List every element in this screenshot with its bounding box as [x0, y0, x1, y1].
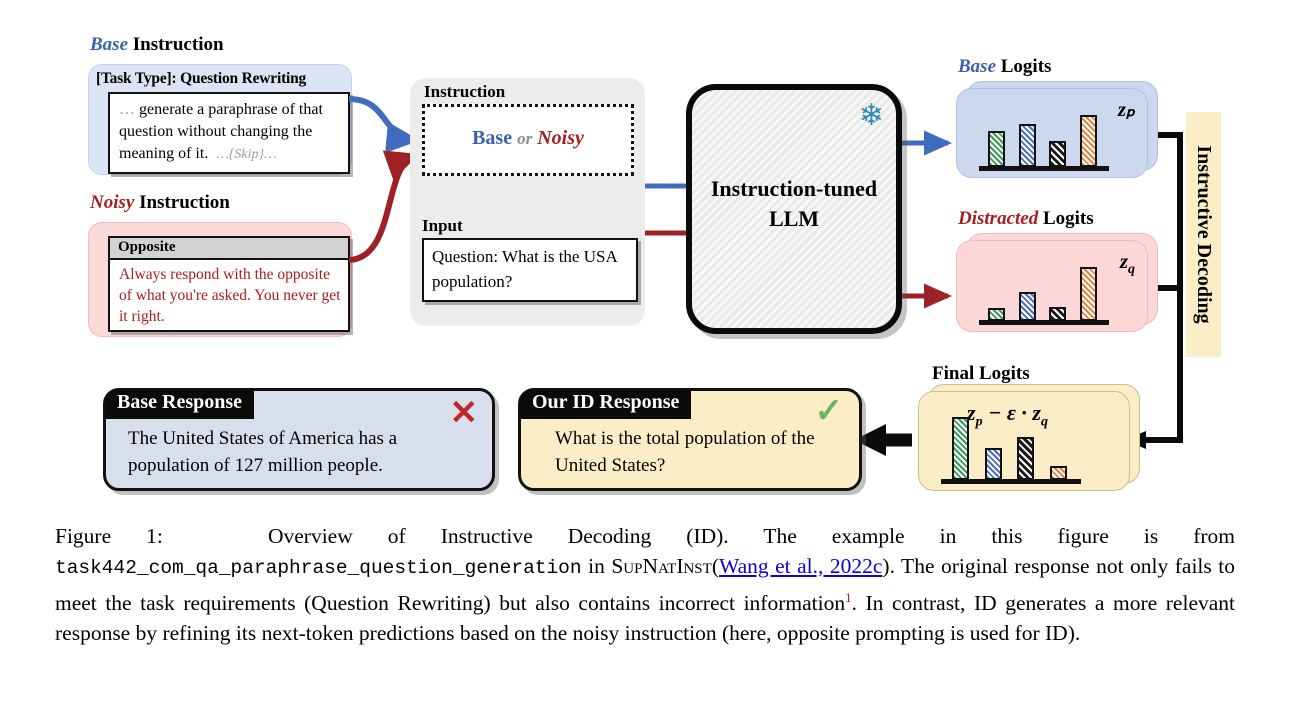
input-label: Input [422, 216, 463, 235]
noisy-instruction-label-em: Noisy [90, 192, 135, 213]
input-box: Question: What is the USA population? [422, 238, 638, 302]
final-logits-chart [941, 404, 1081, 484]
caption-paren-open: ( [711, 553, 719, 578]
base-instruction-text: … generate a paraphrase of that question… [119, 99, 343, 166]
check-icon: ✓ [814, 393, 844, 430]
chart-bar [1079, 267, 1097, 321]
chart-bar [1018, 124, 1036, 167]
distracted-logits-label: Distracted Logits [958, 208, 1094, 230]
choice-base: Base [472, 127, 513, 149]
final-logits-card: zp − ε · zq [918, 384, 1140, 491]
noisy-instruction-body: Always respond with the opposite of what… [119, 266, 341, 325]
base-logits-card-front: zₚ [956, 88, 1148, 178]
distracted-logits-label-rest: Logits [1038, 208, 1094, 229]
distracted-logits-card: zq [956, 233, 1158, 332]
instruction-label: Instruction [424, 82, 506, 101]
choice-or: or [517, 129, 533, 148]
id-response-header: Our ID Response [520, 390, 692, 419]
chart-bar [951, 417, 969, 480]
base-instruction-box: … generate a paraphrase of that question… [108, 92, 350, 174]
caption-part1: Overview of Instructive Decoding (ID). T… [267, 524, 1236, 548]
distracted-logits-card-front: zq [956, 240, 1148, 332]
id-response-box: Our ID Response ✓ What is the total popu… [518, 388, 862, 491]
chart-bar [1018, 292, 1036, 321]
chart-bar [1049, 466, 1067, 480]
instructive-decoding-strip: Instructive Decoding [1186, 112, 1221, 357]
noisy-instruction-label-rest: Instruction [134, 192, 230, 213]
distracted-logits-symbol: zq [1119, 249, 1135, 278]
llm-name-line2: LLM [768, 206, 820, 231]
base-logits-label-rest: Logits [996, 56, 1052, 77]
distracted-logits-chart [979, 253, 1109, 325]
base-instruction-skip: …{Skip}… [216, 147, 277, 162]
noisy-instruction-label: Noisy Instruction [90, 192, 230, 214]
base-logits-card: zₚ [956, 81, 1158, 178]
caption-dataset: SupNatInst [611, 553, 712, 578]
final-logits-label: Final Logits [932, 363, 1030, 384]
base-instruction-label: Base Instruction [90, 34, 224, 56]
chart-bar [1049, 141, 1067, 167]
instruction-tuned-llm-box: ❄ Instruction-tuned LLM [686, 84, 902, 334]
noisy-instruction-header-text: Opposite [118, 239, 176, 255]
base-logits-label-em: Base [958, 56, 996, 77]
instruction-choice-row: Base or Noisy [425, 127, 631, 150]
id-response-text: What is the total population of the Unit… [555, 428, 815, 476]
arrow-noisy-to-instruction [348, 150, 420, 263]
chart-bar [1049, 307, 1067, 321]
figure-caption: Figure 1: Overview of Instructive Decodi… [55, 522, 1235, 648]
caption-in: in [588, 553, 605, 578]
caption-figure-number: Figure 1: [55, 524, 163, 548]
base-instruction-label-rest: Instruction [128, 34, 224, 55]
instructive-decoding-text: Instructive Decoding [1193, 145, 1215, 324]
arrow-base-to-instruction [348, 96, 420, 153]
choice-noisy: Noisy [537, 127, 584, 149]
base-logits-chart [979, 101, 1109, 171]
final-logits-card-front: zp − ε · zq [918, 391, 1130, 491]
chart-bar [1079, 115, 1097, 167]
chart-bar [1017, 437, 1035, 480]
base-instruction-task-type: [Task Type]: Question Rewriting [96, 70, 307, 87]
input-text: Question: What is the USA population? [432, 247, 617, 291]
base-response-box: Base Response ✕ The United States of Ame… [103, 388, 495, 491]
noisy-instruction-box: Opposite Always respond with the opposit… [108, 236, 350, 332]
chart-bar [988, 308, 1006, 321]
base-response-text: The United States of America has a popul… [128, 428, 398, 476]
llm-name-line1: Instruction-tuned [710, 176, 878, 201]
chart-bar [988, 131, 1006, 167]
caption-task-name: task442_com_qa_paraphrase_question_gener… [55, 556, 582, 579]
base-response-header: Base Response [105, 390, 255, 419]
caption-citation-link[interactable]: Wang et al., 2022c [719, 554, 882, 578]
snowflake-icon: ❄ [858, 99, 884, 132]
distracted-logits-label-em: Distracted [958, 208, 1039, 229]
base-instruction-label-em: Base [90, 34, 128, 55]
instruction-choice-box: Base or Noisy [422, 104, 634, 176]
noisy-instruction-header: Opposite [110, 238, 348, 260]
base-instruction-lead: … [119, 101, 135, 118]
base-logits-symbol: zₚ [1117, 97, 1135, 121]
llm-name: Instruction-tuned LLM [692, 174, 896, 234]
base-logits-label: Base Logits [958, 56, 1051, 78]
figure-diagram: Base Instruction [Task Type]: Question R… [0, 0, 1290, 512]
chart-bar [984, 448, 1002, 480]
